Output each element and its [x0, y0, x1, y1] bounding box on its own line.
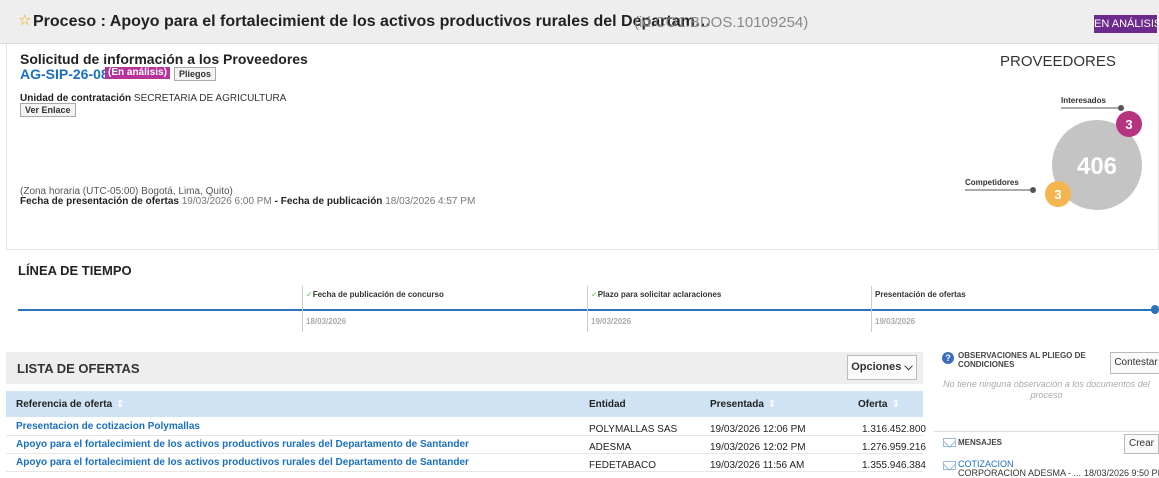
star-icon[interactable]: ☆ [18, 12, 31, 30]
key-dates: Fecha de presentación de ofertas 19/03/2… [20, 196, 475, 207]
timeline-event-text: Presentación de ofertas [875, 290, 966, 299]
process-summary: Solicitud de información a los Proveedor… [6, 44, 1159, 250]
options-button-label: Opciones [851, 361, 902, 373]
timeline-event-date: 18/03/2026 [306, 317, 347, 326]
process-title: Proceso : Apoyo para el fortalecimient d… [33, 13, 711, 30]
offers-title: LISTA DE OFERTAS [17, 361, 140, 376]
offer-reference-link[interactable]: Apoyo para el fortalecimient de los acti… [16, 439, 469, 450]
timeline-title: LÍNEA DE TIEMPO [18, 263, 132, 278]
table-row: Apoyo para el fortalecimient de los acti… [6, 436, 926, 454]
offer-submitted: 19/03/2026 12:02 PM [710, 442, 806, 453]
competitors-label: Competidores [965, 178, 1019, 187]
check-icon: ✓ [591, 290, 598, 299]
publication-date-value: 18/03/2026 4:57 PM [385, 196, 476, 207]
chevron-down-icon: ⌵ [904, 361, 913, 373]
column-submitted[interactable]: Presentada ⇕ [710, 399, 776, 410]
options-button[interactable]: Opciones ⌵ [847, 355, 917, 380]
message-date: 18/03/2026 9:50 PM [1084, 468, 1159, 478]
observations-empty-text: No tiene ninguna observación a los docum… [943, 379, 1150, 400]
table-row: Presentacion de cotizacion Polymallas PO… [6, 418, 926, 436]
crear-button[interactable]: Crear [1124, 434, 1159, 454]
envelope-icon [943, 438, 956, 447]
offer-submitted: 19/03/2026 12:06 PM [710, 424, 806, 435]
offer-reference-link[interactable]: Presentacion de cotizacion Polymallas [16, 421, 200, 432]
dates-separator: - [274, 196, 278, 207]
providers-bubble-chart: Interesados Competidores 406 3 3 [965, 96, 1142, 210]
timeline-divider [302, 286, 303, 332]
offer-amount: 1.316.452.800 [862, 424, 926, 435]
column-entity: Entidad [589, 399, 626, 410]
offer-amount: 1.276.959.216 [862, 442, 926, 453]
providers-title: PROVEEDORES [1000, 53, 1116, 70]
offer-amount: 1.355.946.384 [862, 460, 926, 471]
message-sender: CORPORACION ADESMA - ... [958, 468, 1082, 478]
timeline-event-label: ✓Fecha de publicación de concurso [306, 290, 444, 299]
contracting-unit-value: SECRETARIA DE AGRICULTURA [133, 93, 287, 104]
table-row: Apoyo para el fortalecimient de los acti… [6, 454, 926, 472]
timeline-event-date: 19/03/2026 [591, 317, 632, 326]
column-amount-label: Oferta [858, 399, 888, 410]
ver-enlace-button[interactable]: Ver Enlace [20, 103, 76, 117]
column-entity-label: Entidad [589, 399, 626, 410]
submission-date-value: 19/03/2026 6:00 PM [181, 196, 272, 207]
observations-title: OBSERVACIONES AL PLIEGO DE CONDICIONES [958, 351, 1086, 369]
interested-leader-dot [1118, 105, 1124, 111]
offers-table-header: Referencia de oferta ⇕ Entidad Presentada… [6, 391, 923, 417]
timeline-end-marker [1151, 305, 1159, 314]
total-providers-count: 406 [1077, 153, 1117, 180]
process-header: ☆ Proceso : Apoyo para el fortalecimient… [0, 0, 1159, 44]
offer-entity: ADESMA [589, 442, 632, 453]
pliegos-button[interactable]: Pliegos [174, 67, 217, 81]
offers-header: LISTA DE OFERTAS Opciones ⌵ [6, 352, 923, 384]
offer-reference-link[interactable]: Apoyo para el fortalecimient de los acti… [16, 457, 469, 468]
column-reference[interactable]: Referencia de oferta ⇕ [16, 399, 125, 410]
interested-label: Interesados [1061, 96, 1106, 105]
submission-date-label: Fecha de presentación de ofertas [20, 196, 179, 207]
interested-count: 3 [1125, 117, 1132, 132]
timeline-event-label: Presentación de ofertas [875, 290, 966, 299]
request-title: Solicitud de información a los Proveedor… [20, 51, 308, 67]
offer-entity: FEDETABACO [589, 460, 657, 471]
competitors-count: 3 [1054, 187, 1061, 202]
publication-date-label: Fecha de publicación [280, 196, 383, 207]
offer-entity: POLYMALLAS SAS [589, 424, 678, 435]
messages-title: MENSAJES [958, 438, 1003, 447]
timeline-divider [587, 286, 588, 332]
timeline-event-text: Plazo para solicitar aclaraciones [597, 290, 722, 299]
column-submitted-label: Presentada [710, 399, 764, 410]
envelope-icon [943, 461, 956, 470]
competitors-leader-dot [1030, 187, 1036, 193]
help-icon: ? [942, 352, 954, 364]
status-badge: EN ANÁLISIS [1094, 15, 1159, 33]
timeline-event-text: Fecha de publicación de concurso [312, 290, 444, 299]
process-id: (id.CO1.BDOS.10109254) [634, 14, 809, 31]
column-amount[interactable]: Oferta ⇕ [858, 399, 900, 410]
check-icon: ✓ [306, 290, 313, 299]
timeline-divider [871, 286, 872, 332]
sort-icon[interactable]: ⇕ [891, 399, 899, 410]
messages-header: MENSAJES Crear [934, 431, 1159, 454]
offer-submitted: 19/03/2026 11:56 AM [710, 460, 805, 471]
sort-icon[interactable]: ⇕ [768, 399, 776, 410]
column-reference-label: Referencia de oferta [16, 399, 113, 410]
contestar-button[interactable]: Contestar [1110, 352, 1159, 374]
request-status-badge: (En análisis) [105, 67, 170, 79]
timeline-event-date: 19/03/2026 [875, 317, 916, 326]
request-code[interactable]: AG-SIP-26-08 [20, 66, 109, 82]
timeline-event-label: ✓Plazo para solicitar aclaraciones [591, 290, 721, 299]
sort-icon[interactable]: ⇕ [116, 399, 124, 410]
